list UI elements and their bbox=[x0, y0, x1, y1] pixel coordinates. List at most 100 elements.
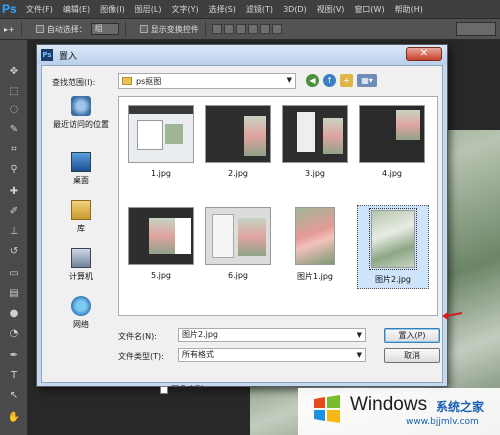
filetype-value: 所有格式 bbox=[182, 350, 214, 359]
place-computer[interactable]: 计算机 bbox=[46, 248, 116, 282]
type-tool-icon[interactable]: T bbox=[7, 370, 21, 382]
chevron-down-icon[interactable]: ▼ bbox=[357, 329, 362, 341]
healing-tool-icon[interactable]: ✚ bbox=[7, 186, 21, 198]
lasso-tool-icon[interactable]: ◌ bbox=[7, 104, 21, 116]
file-item[interactable]: 3.jpg bbox=[280, 105, 350, 178]
place-network[interactable]: 网络 bbox=[46, 296, 116, 330]
align-right-button[interactable] bbox=[271, 24, 282, 34]
new-folder-icon[interactable]: + bbox=[340, 74, 353, 87]
quick-select-tool-icon[interactable]: ✎ bbox=[7, 124, 21, 136]
menu-layer[interactable]: 图层(L) bbox=[135, 4, 162, 15]
recent-places-icon bbox=[71, 96, 91, 116]
place-libraries[interactable]: 库 bbox=[46, 200, 116, 234]
stamp-tool-icon[interactable]: ⊥ bbox=[7, 226, 21, 238]
align-center-button[interactable] bbox=[259, 24, 270, 34]
menu-image[interactable]: 图像(I) bbox=[100, 4, 125, 15]
file-name: 图片2.jpg bbox=[374, 275, 411, 284]
gradient-tool-icon[interactable]: ▤ bbox=[7, 288, 21, 300]
image-sequence-checkbox[interactable] bbox=[160, 385, 168, 394]
show-transform-label: 显示变换控件 bbox=[150, 24, 199, 34]
file-thumbnail bbox=[282, 105, 348, 163]
path-select-tool-icon[interactable]: ↖ bbox=[7, 390, 21, 402]
file-item[interactable]: 2.jpg bbox=[203, 105, 273, 178]
file-item[interactable]: 5.jpg bbox=[126, 207, 196, 280]
menu-edit[interactable]: 编辑(E) bbox=[63, 4, 90, 15]
file-name: 2.jpg bbox=[227, 169, 248, 178]
show-transform-checkbox[interactable] bbox=[139, 25, 148, 33]
image-sequence-option[interactable]: 图像序列 bbox=[160, 384, 203, 395]
place-label: 最近访问的位置 bbox=[53, 120, 109, 129]
place-desktop[interactable]: 桌面 bbox=[46, 152, 116, 186]
workspace-switcher[interactable] bbox=[456, 22, 496, 36]
places-bar: 最近访问的位置 桌面 库 计算机 网络 bbox=[46, 96, 116, 364]
menubar: Ps 文件(F) 编辑(E) 图像(I) 图层(L) 文字(Y) 选择(S) 滤… bbox=[0, 0, 500, 18]
marquee-tool-icon[interactable]: ⬚ bbox=[7, 86, 21, 98]
move-tool-icon[interactable]: ▸+ bbox=[4, 25, 15, 34]
place-recent[interactable]: 最近访问的位置 bbox=[46, 96, 116, 130]
menu-select[interactable]: 选择(S) bbox=[209, 4, 236, 15]
filename-value: 图片2.jpg bbox=[182, 330, 219, 339]
menu-help[interactable]: 帮助(H) bbox=[395, 4, 423, 15]
file-name: 5.jpg bbox=[150, 271, 171, 280]
file-name: 6.jpg bbox=[227, 271, 248, 280]
move-tool-icon[interactable]: ✥ bbox=[7, 66, 21, 78]
file-item-selected[interactable]: 图片2.jpg bbox=[357, 205, 429, 289]
file-thumbnail bbox=[205, 207, 271, 265]
crop-tool-icon[interactable]: ⌗ bbox=[7, 144, 21, 156]
file-name: 1.jpg bbox=[150, 169, 171, 178]
auto-select-checkbox[interactable] bbox=[35, 25, 44, 33]
view-menu-icon[interactable]: ▦▾ bbox=[357, 74, 377, 87]
file-item[interactable]: 图片1.jpg bbox=[280, 207, 350, 282]
eyedropper-tool-icon[interactable]: ⚲ bbox=[7, 164, 21, 176]
file-item[interactable]: 1.jpg bbox=[126, 105, 196, 178]
history-brush-icon[interactable]: ↺ bbox=[7, 246, 21, 258]
align-left-button[interactable] bbox=[247, 24, 258, 34]
brush-tool-icon[interactable]: ✐ bbox=[7, 206, 21, 218]
place-label: 网络 bbox=[73, 320, 89, 329]
hand-tool-icon[interactable]: ✋ bbox=[7, 412, 21, 424]
file-thumbnail bbox=[295, 207, 335, 265]
file-thumbnail bbox=[359, 105, 425, 163]
menu-window[interactable]: 窗口(W) bbox=[354, 4, 384, 15]
cancel-button[interactable]: 取消 bbox=[384, 348, 440, 363]
chevron-down-icon: ▼ bbox=[286, 76, 292, 84]
up-folder-icon[interactable]: ↑ bbox=[323, 74, 336, 87]
back-icon[interactable]: ◀ bbox=[306, 74, 319, 87]
place-label: 库 bbox=[77, 224, 85, 233]
dodge-tool-icon[interactable]: ◔ bbox=[7, 328, 21, 340]
filetype-label: 文件类型(T): bbox=[118, 352, 164, 361]
divider bbox=[124, 22, 126, 36]
lookin-dropdown[interactable]: ps抠图 ▼ bbox=[118, 73, 296, 89]
close-button[interactable]: ✕ bbox=[406, 47, 442, 61]
menu-filter[interactable]: 滤镜(T) bbox=[246, 4, 273, 15]
menu-3d[interactable]: 3D(D) bbox=[283, 5, 307, 14]
lookin-value: ps抠图 bbox=[136, 77, 162, 86]
auto-select-dropdown[interactable]: 组 bbox=[90, 23, 119, 35]
chevron-down-icon[interactable]: ▼ bbox=[357, 349, 362, 361]
align-bottom-button[interactable] bbox=[235, 24, 246, 34]
file-item[interactable]: 4.jpg bbox=[357, 105, 427, 178]
filetype-dropdown[interactable]: 所有格式 ▼ bbox=[178, 348, 366, 362]
place-button[interactable]: 置入(P) bbox=[384, 328, 440, 343]
file-item[interactable]: 6.jpg bbox=[203, 207, 273, 280]
place-label: 计算机 bbox=[69, 272, 93, 281]
filename-input[interactable]: 图片2.jpg ▼ bbox=[178, 328, 366, 342]
file-list: 1.jpg 2.jpg 3.jpg 4.jpg 5.jpg 6.jpg 图片1.… bbox=[118, 96, 438, 316]
file-name: 3.jpg bbox=[304, 169, 325, 178]
menu-view[interactable]: 视图(V) bbox=[317, 4, 345, 15]
pen-tool-icon[interactable]: ✒ bbox=[7, 350, 21, 362]
divider bbox=[20, 22, 22, 36]
align-middle-button[interactable] bbox=[223, 24, 234, 34]
dialog-titlebar[interactable]: Ps 置入 ✕ bbox=[37, 45, 447, 65]
menu-type[interactable]: 文字(Y) bbox=[171, 4, 198, 15]
align-top-button[interactable] bbox=[211, 24, 222, 34]
eraser-tool-icon[interactable]: ▭ bbox=[7, 268, 21, 280]
auto-select-label: 自动选择： bbox=[46, 24, 87, 34]
windows-logo-icon bbox=[314, 395, 340, 423]
dialog-title: 置入 bbox=[59, 52, 78, 62]
desktop-icon bbox=[71, 152, 91, 172]
blur-tool-icon[interactable]: ● bbox=[7, 308, 21, 320]
menu-file[interactable]: 文件(F) bbox=[26, 4, 53, 15]
network-icon bbox=[71, 296, 91, 316]
file-thumbnail bbox=[128, 105, 194, 163]
